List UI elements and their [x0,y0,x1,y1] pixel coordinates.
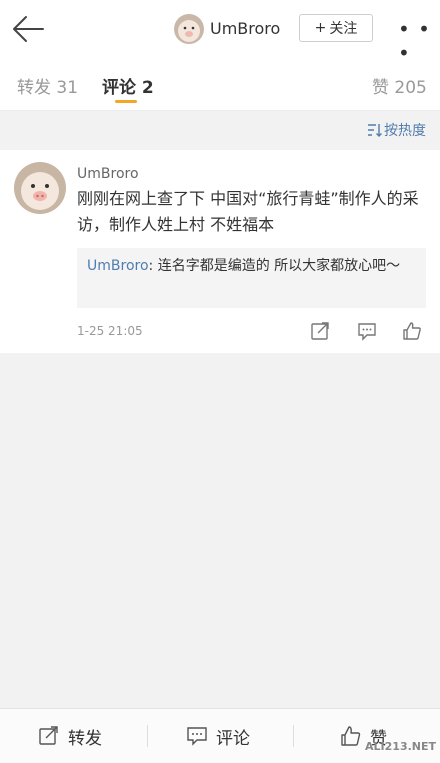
reply-username[interactable]: UmBroro [87,258,149,274]
tab-likes[interactable]: 赞 205 [372,73,427,98]
active-tab-indicator [115,100,137,103]
follow-button[interactable]: + 关注 [299,14,373,42]
forward-icon [39,726,58,745]
divider [147,725,148,747]
sort-bar: 按热度 [0,111,440,149]
tab-bar: 转发 31 评论 2 赞 205 [0,58,440,111]
watermark-text: ALI213.NET [365,740,436,753]
header-username[interactable]: UmBroro [210,19,280,38]
tab-comments[interactable]: 评论 2 [102,73,154,98]
user-avatar-small[interactable] [174,14,204,44]
forward-button[interactable]: 转发 [38,709,102,763]
commenter-avatar[interactable] [14,162,66,214]
plus-icon: + [314,20,327,36]
comment-item: UmBroro 刚刚在网上查了下 中国对“旅行青蛙”制作人的采访，制作人姓上村 … [0,150,440,353]
comment-timestamp: 1-25 21:05 [77,324,143,338]
comment-button[interactable]: 评论 [186,709,250,763]
reply-comment-icon[interactable] [356,320,378,342]
like-button[interactable]: 赞 [340,709,387,763]
follow-label: 关注 [329,21,358,37]
like-comment-icon[interactable] [401,320,423,342]
reply-quote[interactable]: UmBroro: 连名字都是编造的 所以大家都放心吧～ [77,248,426,308]
back-arrow-icon[interactable] [10,12,46,46]
sort-icon [368,124,382,137]
forward-label: 转发 [68,728,102,749]
sort-label: 按热度 [384,123,426,139]
thumbs-up-icon [341,726,361,746]
commenter-username[interactable]: UmBroro [77,166,139,182]
tab-forward[interactable]: 转发 31 [17,73,78,98]
comment-label: 评论 [216,728,250,749]
comment-icon [187,727,207,746]
forward-comment-icon[interactable] [309,320,331,342]
top-nav-bar: UmBroro + 关注 • • • [0,0,440,65]
divider [293,725,294,747]
reply-text: 连名字都是编造的 所以大家都放心吧～ [153,258,401,274]
sort-by-hot-button[interactable]: 按热度 [366,120,426,140]
comment-text: 刚刚在网上查了下 中国对“旅行青蛙”制作人的采访，制作人姓上村 不姓福本 [77,189,419,234]
bottom-action-bar: 转发 评论 赞 [0,708,440,763]
